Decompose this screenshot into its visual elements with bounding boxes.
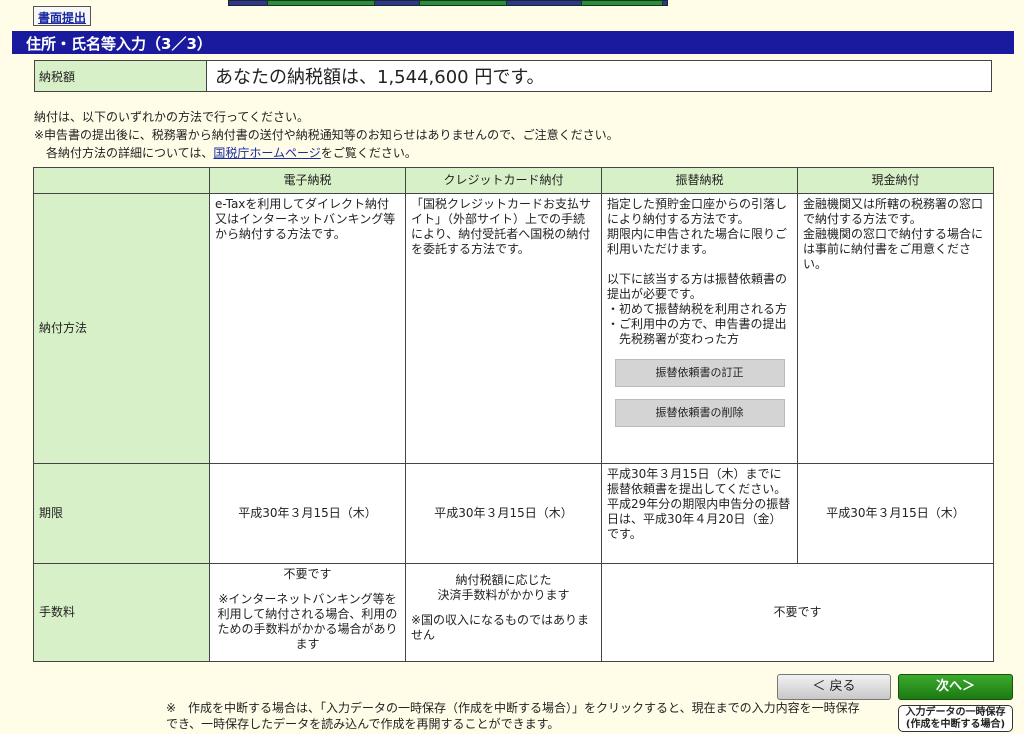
cell-text: ・ご利用中の方で、申告書の提出先税務署が変わった方 [607, 317, 787, 346]
payment-notes: 納付は、以下のいずれかの方法で行ってください。 ※申告書の提出後に、税務署から納… [34, 108, 619, 162]
header-blank [33, 167, 210, 194]
payment-methods-table: 電子納税 クレジットカード納付 振替納税 現金納付 納付方法 e-Taxを利用し… [33, 167, 994, 662]
column-header: 振替納税 [601, 167, 798, 194]
column-header: 電子納税 [209, 167, 406, 194]
cell-text: 金融機関又は所轄の税務署の窓口で納付する方法です。 [803, 197, 984, 226]
tax-amount-table: 納税額 あなたの納税額は、1,544,600 円です。 [34, 60, 992, 92]
row-label-deadline: 期限 [33, 463, 210, 564]
cell-text: 指定した預貯金口座からの引落しにより納付する方法です。 [607, 197, 788, 226]
cell-text: ※国の収入になるものではありません [411, 613, 590, 642]
note-line: ※申告書の提出後に、税務署から納付書の送付や納税通知等のお知らせはありませんので… [34, 128, 619, 142]
table-row: 納付方法 e-Taxを利用してダイレクト納付又はインターネットバンキング等から納… [33, 193, 994, 464]
column-header: クレジットカード納付 [405, 167, 602, 194]
step-tab[interactable] [581, 0, 663, 6]
cell-etax-deadline: 平成30年３月15日（木） [209, 463, 406, 564]
cell-credit-method: 「国税クレジットカードお支払サイト」（外部サイト）上での手続により、納付受託者へ… [405, 193, 602, 464]
cell-text: ※インターネットバンキング等を利用して納付される場合、利用のための手数料がかかる… [217, 592, 398, 651]
cell-credit-deadline: 平成30年３月15日（木） [405, 463, 602, 564]
note-text: をご覧ください。 [320, 146, 417, 160]
note-line: 各納付方法の詳細については、国税庁ホームページをご覧ください。 [34, 144, 619, 162]
cell-cash-deadline: 平成30年３月15日（木） [797, 463, 994, 564]
paper-submission-button[interactable]: 書面提出 [33, 6, 92, 26]
cell-text: 平成30年３月15日（木）までに振替依頼書を提出してください。 [607, 467, 787, 496]
cell-credit-fee: 納付税額に応じた 決済手数料がかかります ※国の収入になるものではありません [405, 563, 602, 662]
next-button[interactable]: 次へ＞ [898, 674, 1013, 700]
column-header: 現金納付 [797, 167, 994, 194]
temporary-save-button[interactable]: 入力データの一時保存 (作成を中断する場合) [898, 705, 1013, 732]
save-label: 入力データの一時保存 [905, 707, 1006, 718]
step-tab[interactable] [419, 0, 507, 6]
cell-text: ・初めて振替納税を利用される方 [607, 302, 788, 316]
cell-text: 平成29年分の期限内申告分の振替日は、平成30年４月20日（金）です。 [607, 497, 791, 541]
cell-text: 期限内に申告された場合に限りご利用いただけます。 [607, 227, 788, 256]
table-header-row: 電子納税 クレジットカード納付 振替納税 現金納付 [33, 167, 994, 194]
tax-amount-value: あなたの納税額は、1,544,600 円です。 [215, 67, 545, 88]
row-label-fee: 手数料 [33, 563, 210, 662]
footer-note: ※ 作成を中断する場合は、「入力データの一時保存（作成を中断する場合）」をクリッ… [166, 701, 860, 731]
cell-text: 不要です [283, 567, 332, 581]
top-step-nav [228, 0, 668, 6]
cell-text: 納付税額に応じた [455, 573, 552, 587]
table-row: 手数料 不要です ※インターネットバンキング等を利用して納付される場合、利用のた… [33, 563, 994, 662]
cell-etax-fee: 不要です ※インターネットバンキング等を利用して納付される場合、利用のための手数… [209, 563, 406, 662]
transfer-delete-button[interactable]: 振替依頼書の削除 [614, 399, 785, 427]
save-label-sub: (作成を中断する場合) [905, 719, 1006, 730]
cell-cash-method: 金融機関又は所轄の税務署の窓口で納付する方法です。 金融機関の窓口で納付する場合… [797, 193, 994, 464]
nta-homepage-link[interactable]: 国税庁ホームページ [213, 146, 320, 160]
back-button[interactable]: ＜ 戻る [777, 674, 891, 700]
cell-text: 以下に該当する方は振替依頼書の提出が必要です。 [607, 272, 788, 301]
tax-amount-label: 納税額 [35, 61, 207, 91]
note-text: 各納付方法の詳細については、 [46, 146, 214, 160]
cell-text: 決済手数料がかかります [437, 588, 570, 602]
section-title: 住所・氏名等入力（3／3） [12, 31, 1014, 54]
table-row: 期限 平成30年３月15日（木） 平成30年３月15日（木） 平成30年３月15… [33, 463, 994, 564]
cell-other-fee: 不要です [601, 563, 994, 662]
cell-transfer-deadline: 平成30年３月15日（木）までに振替依頼書を提出してください。 平成29年分の期… [601, 463, 798, 564]
note-line: 納付は、以下のいずれかの方法で行ってください。 [34, 110, 310, 124]
row-label-method: 納付方法 [33, 193, 210, 464]
cell-text: 金融機関の窓口で納付する場合には事前に納付書をご用意ください。 [803, 227, 984, 271]
transfer-correct-button[interactable]: 振替依頼書の訂正 [614, 359, 785, 387]
cell-etax-method: e-Taxを利用してダイレクト納付又はインターネットバンキング等から納付する方法… [209, 193, 406, 464]
cell-transfer-method: 指定した預貯金口座からの引落しにより納付する方法です。 期限内に申告された場合に… [601, 193, 798, 464]
step-tab[interactable] [267, 0, 375, 6]
